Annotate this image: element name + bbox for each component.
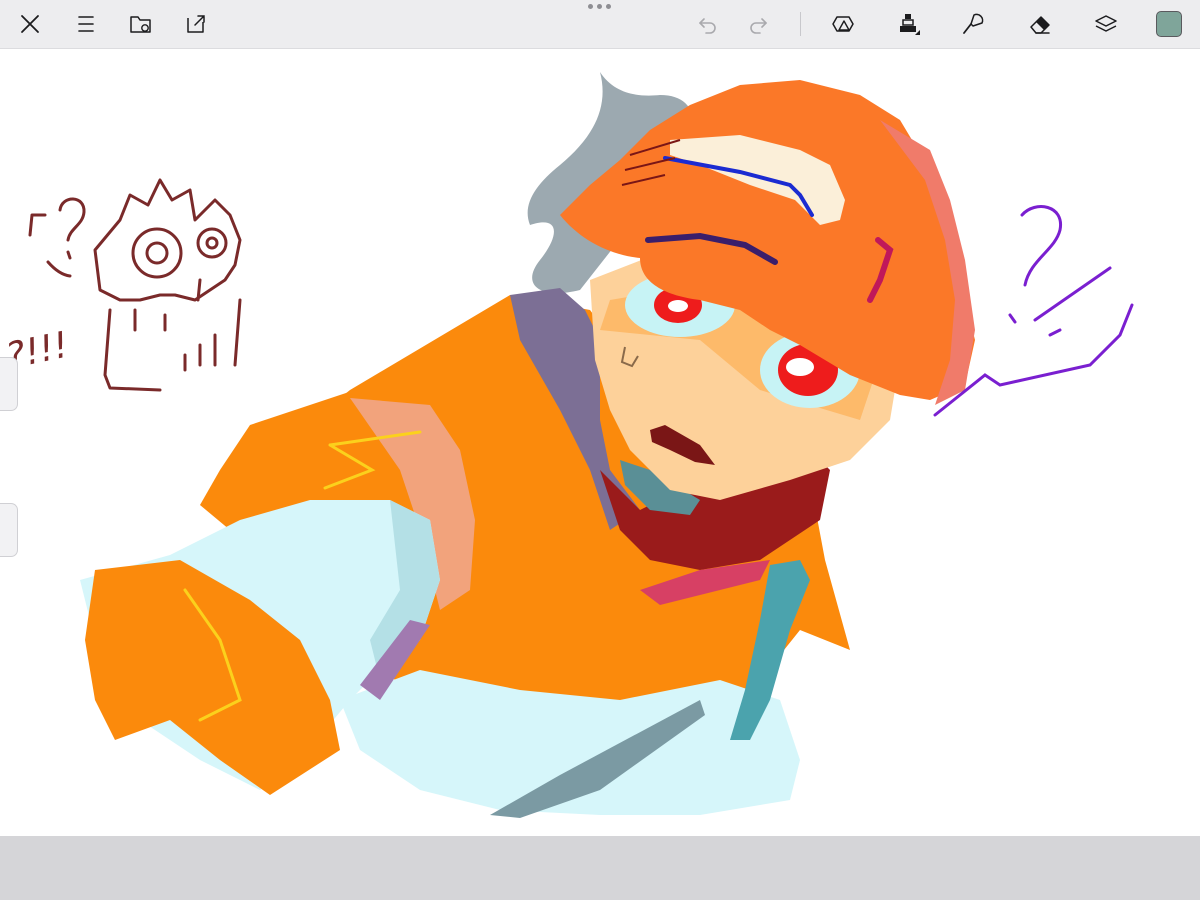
eraser-button[interactable] (1022, 6, 1058, 42)
share-button[interactable] (178, 6, 214, 42)
bottom-gray-area (0, 836, 1200, 900)
menu-icon (78, 16, 94, 32)
shapes-button[interactable] (825, 6, 861, 42)
drawing-canvas[interactable]: ?!!! (0, 49, 1200, 836)
gallery-folder-icon (130, 16, 151, 33)
question-doodle-right (1020, 205, 1062, 287)
toolbar-divider (800, 12, 801, 36)
undo-icon (699, 18, 716, 34)
redo-button[interactable] (740, 6, 776, 42)
current-color-swatch[interactable] (1156, 11, 1182, 37)
close-button[interactable] (12, 6, 48, 42)
brush-tool-icon (900, 14, 920, 35)
share-icon (187, 15, 205, 33)
close-icon (21, 15, 39, 33)
layers-icon (1095, 15, 1117, 32)
brush-opacity-slider-handle[interactable] (0, 503, 18, 557)
brush-tool-button[interactable] (890, 6, 926, 42)
gallery-button[interactable] (123, 6, 159, 42)
toolbar-grip-handle[interactable] (588, 4, 611, 9)
right-eye-highlight (786, 358, 814, 376)
top-toolbar (0, 0, 1200, 49)
redo-icon (750, 18, 767, 34)
left-eye-highlight (668, 300, 688, 312)
smudge-tool-icon (963, 13, 984, 34)
question-dot-right (1008, 313, 1017, 324)
shapes-icon (832, 16, 854, 32)
undo-button[interactable] (690, 6, 726, 42)
brush-size-slider-handle[interactable] (0, 357, 18, 411)
layers-button[interactable] (1088, 6, 1124, 42)
smudge-tool-button[interactable] (955, 6, 991, 42)
eraser-icon (1030, 16, 1050, 34)
menu-button[interactable] (68, 6, 104, 42)
artwork: ?!!! (3, 72, 1134, 818)
